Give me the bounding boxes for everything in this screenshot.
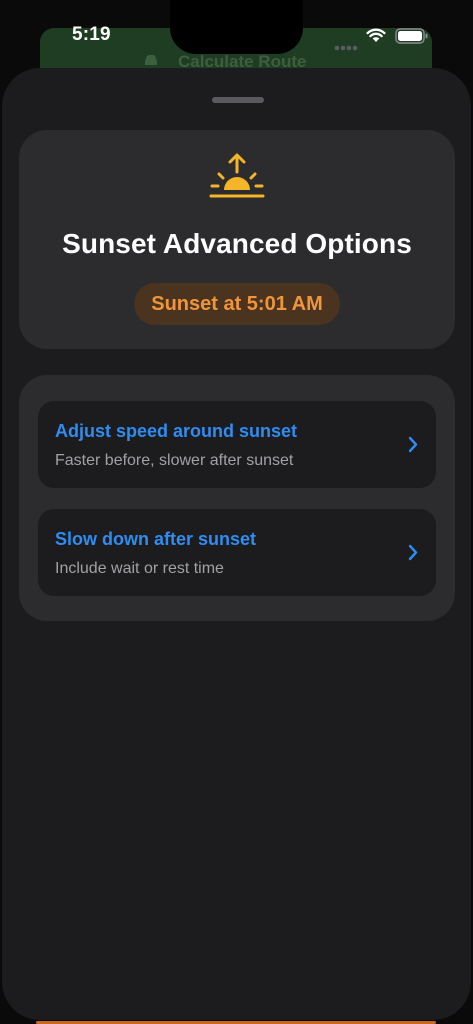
status-bar: 5:19 bbox=[0, 0, 473, 60]
chevron-right-icon bbox=[408, 436, 418, 453]
option-title: Adjust speed around sunset bbox=[55, 421, 298, 441]
sunset-header-card: Sunset Advanced Options Sunset at 5:01 A… bbox=[19, 130, 455, 349]
sunset-time-badge: Sunset at 5:01 AM bbox=[134, 283, 340, 325]
screen: Calculate Route 5:19 Sunset Advanced Opt… bbox=[0, 0, 473, 1024]
chevron-right-icon bbox=[408, 544, 418, 561]
status-time: 5:19 bbox=[72, 24, 111, 45]
option-title: Slow down after sunset bbox=[55, 529, 257, 549]
advanced-options-sheet: Sunset Advanced Options Sunset at 5:01 A… bbox=[2, 68, 471, 1020]
option-slow-down[interactable]: Slow down after sunset Include wait or r… bbox=[38, 509, 436, 596]
option-subtitle: Include wait or rest time bbox=[55, 560, 224, 577]
dynamic-island bbox=[170, 0, 303, 54]
option-subtitle: Faster before, slower after sunset bbox=[55, 452, 294, 469]
options-card: Adjust speed around sunset Faster before… bbox=[19, 375, 455, 621]
option-adjust-speed[interactable]: Adjust speed around sunset Faster before… bbox=[38, 401, 436, 488]
wifi-icon bbox=[366, 27, 386, 43]
sunset-icon bbox=[207, 152, 267, 204]
sheet-grabber[interactable] bbox=[212, 97, 264, 103]
cellular-signal-icon bbox=[334, 38, 358, 51]
battery-icon bbox=[395, 28, 429, 44]
page-title: Sunset Advanced Options bbox=[62, 228, 412, 259]
